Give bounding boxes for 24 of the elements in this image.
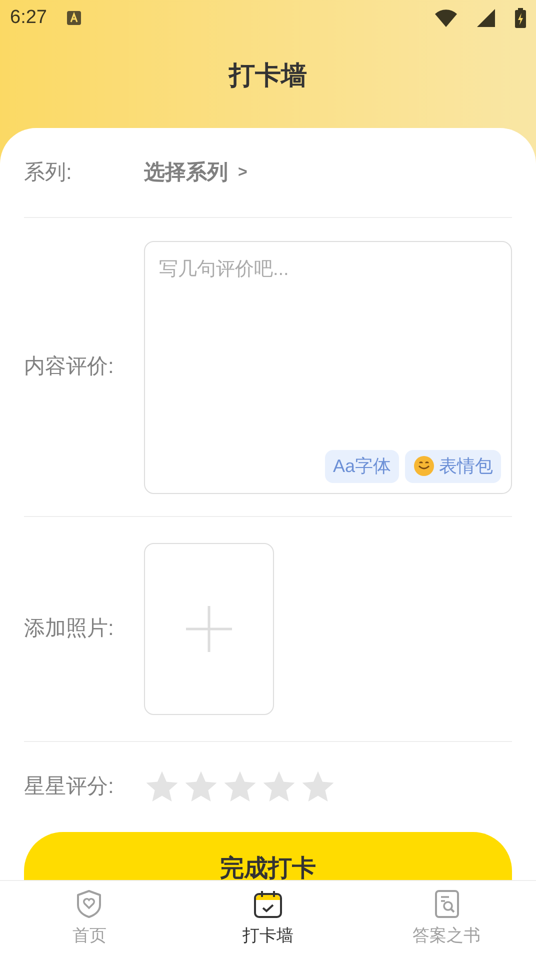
nav-tab[interactable]: 打卡墙	[178, 881, 358, 954]
calendar-check-icon	[253, 889, 283, 919]
review-label: 内容评价:	[24, 354, 115, 380]
wifi-icon	[435, 9, 457, 27]
plus-icon	[186, 606, 232, 652]
notification-icon	[66, 11, 81, 25]
rating-label: 星星评分:	[24, 774, 115, 800]
nav-tab[interactable]: 首页	[0, 881, 179, 954]
status-time: 6:27	[10, 6, 47, 30]
smiley-icon	[413, 455, 435, 477]
add-photo-button[interactable]	[144, 543, 274, 715]
submit-button[interactable]: 完成打卡	[24, 832, 512, 880]
page-title: 打卡墙	[229, 59, 307, 92]
series-label: 系列:	[24, 160, 73, 186]
nav-tab[interactable]: 答案之书	[357, 881, 536, 954]
shield-heart-icon	[75, 889, 104, 919]
battery-icon	[515, 8, 526, 28]
document-search-icon	[432, 889, 461, 919]
series-selector[interactable]: 选择系列 >	[144, 156, 248, 188]
review-textarea[interactable]: 写几句评价吧... Aa字体 表情包	[144, 240, 512, 494]
signal-icon	[477, 9, 495, 27]
font-button[interactable]: Aa字体	[324, 450, 399, 482]
emoji-button[interactable]: 表情包	[405, 450, 501, 482]
photo-label: 添加照片:	[24, 616, 115, 642]
